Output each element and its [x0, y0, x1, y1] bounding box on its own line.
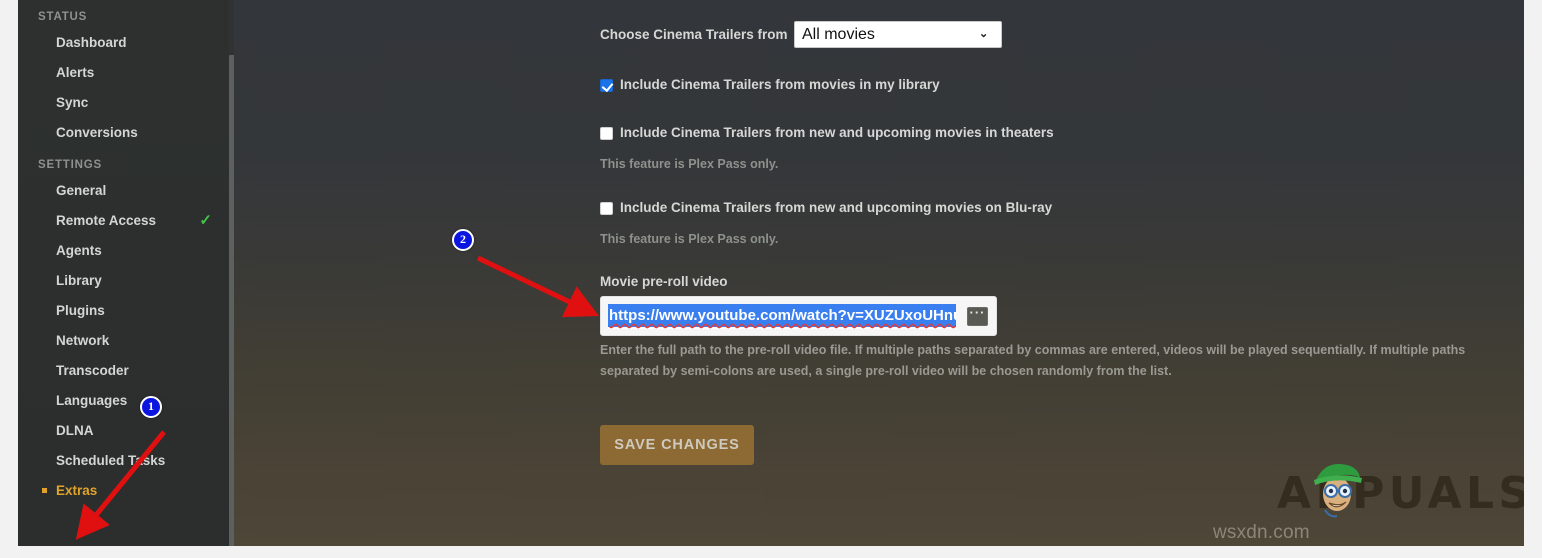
sidebar-item-label: Remote Access	[56, 213, 157, 228]
checkbox-label: Include Cinema Trailers from movies in m…	[620, 77, 940, 92]
sidebar-item-transcoder[interactable]: Transcoder	[18, 356, 234, 386]
sidebar-item-label: Languages	[56, 393, 128, 408]
active-bullet-icon	[42, 488, 47, 493]
sidebar-item-label: Agents	[56, 243, 102, 258]
appuals-mascot-icon	[1314, 463, 1362, 518]
checkbox-row-theaters[interactable]: Include Cinema Trailers from new and upc…	[600, 124, 1054, 142]
sidebar-item-label: Extras	[56, 483, 98, 498]
sidebar-item-label: Transcoder	[56, 363, 129, 378]
checkbox-library[interactable]	[600, 79, 613, 92]
sidebar-item-label: Conversions	[56, 125, 138, 140]
checkbox-theaters[interactable]	[600, 127, 613, 140]
browse-button[interactable]: ···	[967, 306, 988, 326]
sidebar-item-languages[interactable]: Languages	[18, 386, 234, 416]
sidebar-item-alerts[interactable]: Alerts	[18, 58, 234, 88]
checkbox-label: Include Cinema Trailers from new and upc…	[620, 200, 1053, 215]
check-icon: ✓	[199, 212, 212, 229]
sidebar-section-status: STATUS	[38, 11, 88, 23]
plex-pass-hint-bluray: This feature is Plex Pass only.	[600, 232, 779, 246]
sidebar-item-plugins[interactable]: Plugins	[18, 296, 234, 326]
sidebar-item-agents[interactable]: Agents	[18, 236, 234, 266]
sidebar-item-label: DLNA	[56, 423, 94, 438]
preroll-help-line-1: Enter the full path to the pre-roll vide…	[600, 343, 1466, 357]
sidebar-item-extras[interactable]: Extras	[18, 476, 234, 506]
sidebar-item-dlna[interactable]: DLNA	[18, 416, 234, 446]
sidebar-item-network[interactable]: Network	[18, 326, 234, 356]
preroll-label: Movie pre-roll video	[600, 274, 728, 289]
preroll-input-group: https://www.youtube.com/watch?v=XUZUxoUH…	[600, 296, 997, 336]
sidebar-item-label: Scheduled Tasks	[56, 453, 166, 468]
sidebar-item-dashboard[interactable]: Dashboard	[18, 28, 234, 58]
sidebar-item-label: Library	[56, 273, 102, 288]
plex-pass-hint-theaters: This feature is Plex Pass only.	[600, 157, 779, 171]
sidebar-nav-list: STATUS Dashboard Alerts Sync Conversions…	[18, 0, 234, 506]
preroll-help-line-2: separated by semi-colons are used, a sin…	[600, 364, 1172, 378]
sidebar-item-conversions[interactable]: Conversions	[18, 118, 234, 148]
extras-settings-panel: Choose Cinema Trailers from All movies ⌄…	[234, 0, 1524, 546]
sidebar-item-label: General	[56, 183, 107, 198]
sidebar-item-scheduled-tasks[interactable]: Scheduled Tasks	[18, 446, 234, 476]
checkbox-row-library[interactable]: Include Cinema Trailers from movies in m…	[600, 76, 940, 94]
app-window: STATUS Dashboard Alerts Sync Conversions…	[18, 0, 1524, 546]
trailer-source-label: Choose Cinema Trailers from	[600, 27, 788, 42]
checkbox-bluray[interactable]	[600, 202, 613, 215]
appuals-watermark: APPUALS	[1277, 463, 1524, 524]
save-changes-button[interactable]: SAVE CHANGES	[600, 425, 754, 465]
sidebar-item-label: Sync	[56, 95, 89, 110]
watermark-brand-text: APPUALS	[1277, 468, 1524, 519]
sidebar-item-label: Dashboard	[56, 35, 127, 50]
sidebar-item-label: Network	[56, 333, 110, 348]
sidebar-item-label: Plugins	[56, 303, 105, 318]
preroll-path-value: https://www.youtube.com/watch?v=XUZUxoUH…	[608, 304, 956, 327]
preroll-path-input[interactable]: https://www.youtube.com/watch?v=XUZUxoUH…	[608, 304, 956, 329]
annotation-badge-1: 1	[140, 396, 162, 418]
checkbox-label: Include Cinema Trailers from new and upc…	[620, 125, 1054, 140]
sidebar-item-general[interactable]: General	[18, 176, 234, 206]
sidebar-item-sync[interactable]: Sync	[18, 88, 234, 118]
sidebar-section-settings: SETTINGS	[38, 159, 102, 171]
sidebar-item-library[interactable]: Library	[18, 266, 234, 296]
settings-sidebar: STATUS Dashboard Alerts Sync Conversions…	[18, 0, 234, 546]
sidebar-item-remote-access[interactable]: Remote Access ✓	[18, 206, 234, 236]
trailer-source-select[interactable]: All movies	[794, 21, 1002, 48]
screenshot-canvas: STATUS Dashboard Alerts Sync Conversions…	[0, 0, 1542, 558]
sidebar-item-label: Alerts	[56, 65, 95, 80]
checkbox-row-bluray[interactable]: Include Cinema Trailers from new and upc…	[600, 199, 1052, 217]
annotation-badge-2: 2	[452, 229, 474, 251]
source-watermark: wsxdn.com	[1213, 522, 1310, 543]
